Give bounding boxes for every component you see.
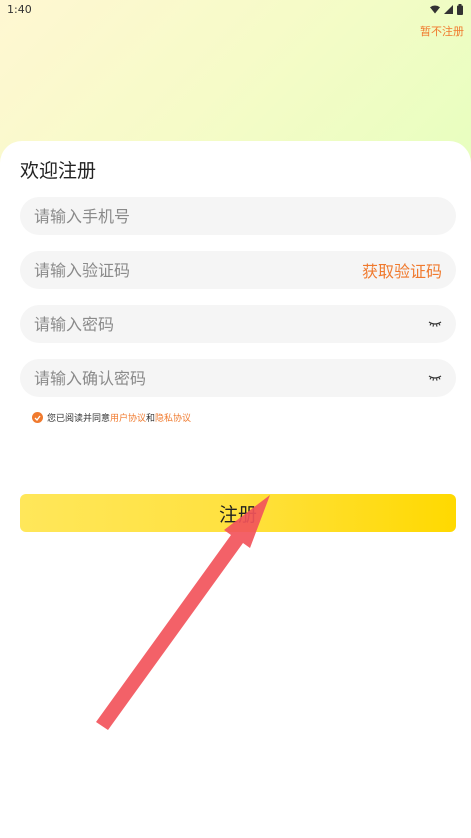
check-icon xyxy=(34,415,41,421)
user-agreement-link[interactable]: 用户协议 xyxy=(110,414,146,424)
skip-register-link[interactable]: 暂不注册 xyxy=(420,23,464,39)
status-time: 1:40 xyxy=(7,2,32,16)
code-input[interactable] xyxy=(34,260,334,280)
eye-closed-icon[interactable] xyxy=(428,374,442,382)
get-code-button[interactable]: 获取验证码 xyxy=(362,258,442,282)
agreement-conjunction: 和 xyxy=(146,414,156,424)
privacy-policy-link[interactable]: 隐私协议 xyxy=(155,414,191,424)
eye-closed-icon[interactable] xyxy=(428,320,442,328)
signal-icon xyxy=(444,4,453,14)
register-button[interactable]: 注册 xyxy=(20,494,456,532)
battery-icon xyxy=(457,3,463,15)
agreement-checkbox[interactable] xyxy=(32,412,43,423)
agreement-row: 您已阅读并同意用户协议和隐私协议 xyxy=(32,411,191,424)
status-icons xyxy=(430,3,463,15)
confirm-password-input[interactable] xyxy=(34,368,334,388)
wifi-icon xyxy=(430,5,440,13)
status-bar: 1:40 xyxy=(0,0,471,18)
confirm-password-field xyxy=(20,359,456,397)
page-title: 欢迎注册 xyxy=(20,160,97,182)
phone-field xyxy=(20,197,456,235)
code-field: 获取验证码 xyxy=(20,251,456,289)
register-card xyxy=(0,141,471,838)
phone-input[interactable] xyxy=(34,206,334,226)
agreement-text: 您已阅读并同意 xyxy=(47,414,111,424)
password-field xyxy=(20,305,456,343)
password-input[interactable] xyxy=(34,314,334,334)
